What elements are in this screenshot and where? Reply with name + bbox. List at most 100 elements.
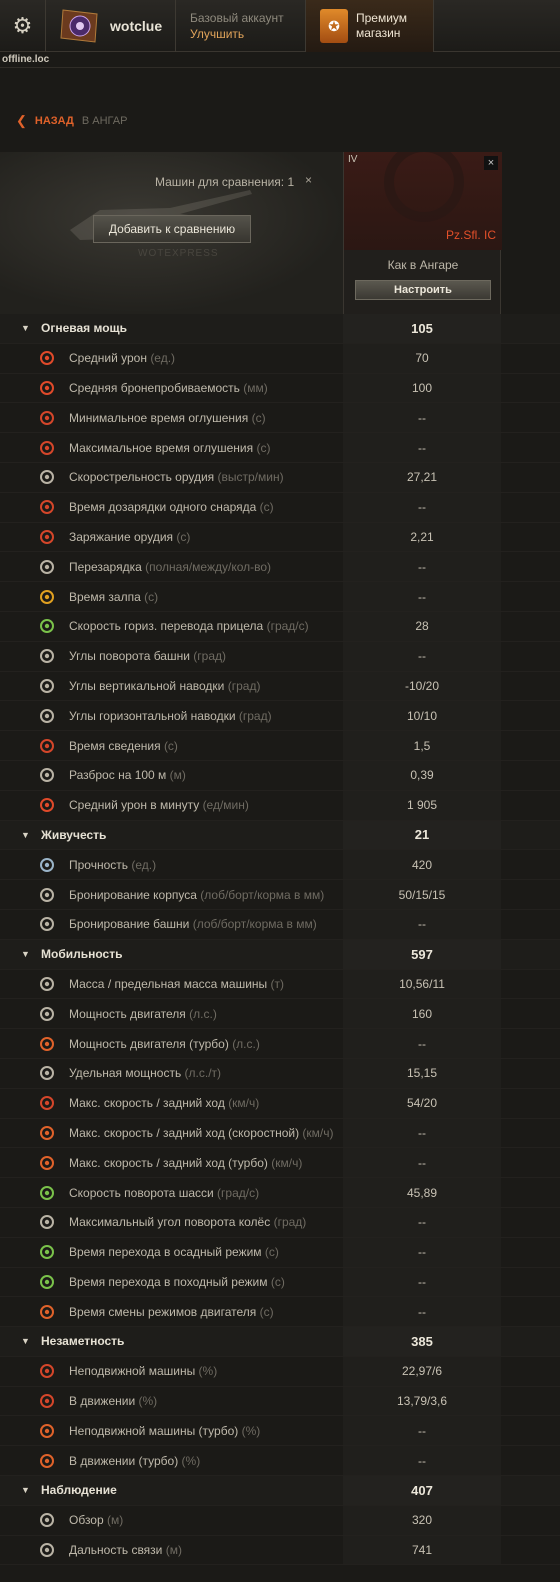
- view-range-icon: [37, 1510, 57, 1530]
- stat-label: Макс. скорость / задний ход (км/ч): [69, 1096, 259, 1110]
- chevron-down-icon[interactable]: ▼: [21, 949, 30, 959]
- stat-value: -10/20: [343, 672, 501, 701]
- traverse-icon: [37, 616, 57, 636]
- stat-unit: (%): [198, 1364, 218, 1379]
- stat-name: Скорость гориз. перевода прицела: [69, 619, 264, 634]
- stat-row: Углы горизонтальной наводки (град) 10/10: [0, 701, 560, 732]
- stat-value: --: [343, 433, 501, 462]
- section-title: Живучесть: [41, 827, 107, 842]
- stat-row: Обзор (м) 320: [0, 1505, 560, 1536]
- section-header[interactable]: ▼ Огневая мощь 105: [0, 314, 560, 344]
- stat-unit: (ед.): [150, 351, 176, 366]
- stat-label: Средний урон в минуту (ед/мин): [69, 798, 249, 812]
- stat-unit: (с): [256, 440, 271, 455]
- weight-icon: [37, 974, 57, 994]
- chevron-down-icon[interactable]: ▼: [21, 830, 30, 840]
- premium-shop-button[interactable]: ✪ Премиум магазин: [306, 0, 434, 52]
- account-type[interactable]: Базовый аккаунт Улучшить: [176, 0, 306, 52]
- chevron-down-icon[interactable]: ▼: [21, 323, 30, 333]
- stat-name: Бронирование корпуса: [69, 887, 197, 902]
- configure-button[interactable]: Настроить: [355, 280, 491, 300]
- stat-row: Перезарядка (полная/между/кол-во) --: [0, 552, 560, 583]
- stat-unit: (%): [138, 1394, 158, 1409]
- stun-max-icon: [37, 438, 57, 458]
- travel-mode-icon: [37, 1272, 57, 1292]
- stat-name: Минимальное время оглушения: [69, 410, 249, 425]
- dpm-icon: [37, 795, 57, 815]
- stat-unit: (м): [107, 1513, 124, 1528]
- stat-row: Минимальное время оглушения (с) --: [0, 403, 560, 434]
- rank-badge-icon: [58, 7, 102, 45]
- stat-name: Мощность двигателя (турбо): [69, 1036, 229, 1051]
- stat-value: --: [343, 1238, 501, 1267]
- stat-name: Удельная мощность: [69, 1066, 182, 1081]
- stat-name: Максимальный угол поворота колёс: [69, 1215, 271, 1230]
- stat-name: Обзор: [69, 1513, 104, 1528]
- add-to-compare-button[interactable]: Добавить к сравнению: [93, 215, 251, 243]
- hull-armor-icon: [37, 885, 57, 905]
- stat-row: Время смены режимов двигателя (с) --: [0, 1297, 560, 1328]
- stat-value: 0,39: [343, 761, 501, 790]
- back-button[interactable]: НАЗАД: [35, 115, 74, 127]
- stat-row: Скорость поворота шасси (град/с) 45,89: [0, 1178, 560, 1208]
- stat-value: 420: [343, 850, 501, 879]
- upgrade-link[interactable]: Улучшить: [190, 26, 244, 42]
- stat-name: Средний урон: [69, 351, 147, 366]
- stat-unit: (с): [144, 589, 159, 604]
- radio-range-icon: [37, 1540, 57, 1560]
- stat-label: Макс. скорость / задний ход (турбо) (км/…: [69, 1156, 302, 1170]
- chassis-rotation-icon: [37, 1183, 57, 1203]
- stat-label: Обзор (м): [69, 1513, 123, 1527]
- stat-name: Средний урон в минуту: [69, 798, 200, 813]
- engine-turbo-icon: [37, 1034, 57, 1054]
- remove-vehicle-close-icon[interactable]: ×: [484, 156, 498, 170]
- stat-row: В движении (%) 13,79/3,6: [0, 1386, 560, 1417]
- to-hangar-link[interactable]: В АНГАР: [82, 115, 128, 127]
- stat-value: 15,15: [343, 1059, 501, 1088]
- stat-value: 22,97/6: [343, 1357, 501, 1386]
- stat-unit: (с): [259, 500, 274, 515]
- stat-row: Скорость гориз. перевода прицела (град/с…: [0, 611, 560, 642]
- stat-value: --: [343, 1208, 501, 1237]
- stat-name: Скорострельность орудия: [69, 470, 215, 485]
- stat-row: Бронирование корпуса (лоб/борт/корма в м…: [0, 880, 560, 910]
- stat-name: Масса / предельная масса машины: [69, 976, 268, 991]
- section-header[interactable]: ▼ Наблюдение 407: [0, 1476, 560, 1506]
- chevron-down-icon[interactable]: ▼: [21, 1336, 30, 1346]
- stat-label: Углы горизонтальной наводки (град): [69, 709, 272, 723]
- section-header[interactable]: ▼ Мобильность 597: [0, 939, 560, 970]
- section-header[interactable]: ▼ Незаметность 385: [0, 1327, 560, 1357]
- turret-armor-icon: [37, 914, 57, 934]
- stat-name: Время перехода в осадный режим: [69, 1245, 262, 1260]
- stat-value: --: [343, 1446, 501, 1475]
- stat-unit: (л.с.): [189, 1006, 217, 1021]
- clear-compare-close-icon[interactable]: ×: [305, 173, 312, 187]
- stat-name: Прочность: [69, 857, 129, 872]
- settings-gear-icon[interactable]: ⚙: [0, 0, 46, 52]
- stat-label: Время дозарядки одного снаряда (с): [69, 500, 274, 514]
- stat-unit: (м): [165, 1543, 182, 1558]
- stat-name: Неподвижной машины (турбо): [69, 1423, 239, 1438]
- stat-row: Мощность двигателя (л.с.) 160: [0, 999, 560, 1030]
- stat-name: Неподвижной машины: [69, 1364, 196, 1379]
- reload-icon: [37, 527, 57, 547]
- vehicle-name: Pz.Sfl. IC: [445, 228, 496, 242]
- account-profile[interactable]: wotclue: [46, 0, 176, 52]
- stat-unit: (град): [238, 708, 272, 723]
- shell-reload-icon: [37, 497, 57, 517]
- tier-label: IV: [348, 154, 358, 165]
- section-header[interactable]: ▼ Живучесть 21: [0, 820, 560, 851]
- chevron-left-icon[interactable]: ❮: [16, 113, 27, 129]
- chevron-down-icon[interactable]: ▼: [21, 1485, 30, 1495]
- avg-damage-icon: [37, 348, 57, 368]
- stat-label: Время смены режимов двигателя (с): [69, 1305, 274, 1319]
- stat-name: Разброс на 100 м: [69, 768, 167, 783]
- iron-cross-emblem-icon: [384, 152, 464, 222]
- stat-unit: (км/ч): [228, 1096, 260, 1111]
- divider: [0, 67, 560, 68]
- stat-value: 27,21: [343, 463, 501, 492]
- stat-name: Скорость поворота шасси: [69, 1185, 214, 1200]
- top-bar: ⚙ wotclue Базовый аккаунт Улучшить ✪ Пре…: [0, 0, 560, 52]
- server-name: offline.loc: [2, 54, 50, 65]
- stat-row: Удельная мощность (л.с./т) 15,15: [0, 1058, 560, 1089]
